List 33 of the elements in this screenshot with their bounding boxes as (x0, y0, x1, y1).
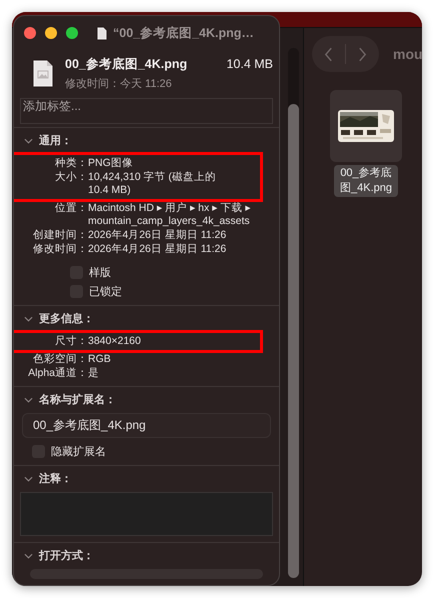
file-name: 00_参考底图_4K.png (334, 165, 398, 197)
section-title[interactable]: 打开方式： (39, 548, 94, 563)
property-label: 大小： (54, 171, 88, 185)
section-title[interactable]: 更多信息： (39, 311, 94, 326)
window-title: “00_参考底图_4K.png… (113, 24, 254, 42)
section-title[interactable]: 注释： (39, 471, 72, 486)
file-name: 00_参考底图_4K.png (65, 56, 188, 73)
property-value: Macintosh HD ▸ 用户 ▸ hx ▸ 下载 ▸ mountain_camp_layers_4k_assets (88, 202, 252, 228)
name-field[interactable]: 00_参考底图_4K.png (22, 413, 271, 438)
property-label: 尺寸： (54, 335, 88, 348)
property-label: Alpha通道： (27, 367, 88, 380)
property-label: 位置： (54, 202, 88, 216)
property-value: 3840×2160 (88, 335, 142, 348)
property-value: 2026年4月26日 星期日 11:26 (88, 229, 228, 242)
property-value: RGB (88, 353, 112, 366)
property-value: 是 (88, 367, 100, 380)
file-size: 10.4 MB (226, 57, 273, 71)
property-label: 种类： (54, 157, 88, 170)
tags-field[interactable]: 添加标签... (20, 98, 273, 124)
checkbox-label: 隐藏扩展名 (51, 444, 106, 459)
folder-title: mou (393, 46, 422, 62)
section-title[interactable]: 名称与扩展名： (39, 392, 116, 407)
property-label: 修改时间： (32, 243, 88, 256)
checkbox-label: 已锁定 (89, 284, 122, 299)
property-value: PNG图像 (88, 157, 134, 170)
property-value: 10,424,310 字节 (磁盘上的 10.4 MB) (88, 171, 217, 197)
modified-date: 修改时间：今天 11:26 (65, 77, 173, 91)
file-item[interactable]: 00_参考底图_4K.png (328, 90, 404, 197)
property-value: 2026年4月26日 星期日 11:26 (88, 243, 228, 256)
section-title[interactable]: 通用： (39, 133, 72, 148)
checkbox-label: 样版 (89, 266, 111, 280)
property-label: 创建时间： (32, 229, 88, 242)
property-label: 色彩空间： (32, 353, 88, 366)
